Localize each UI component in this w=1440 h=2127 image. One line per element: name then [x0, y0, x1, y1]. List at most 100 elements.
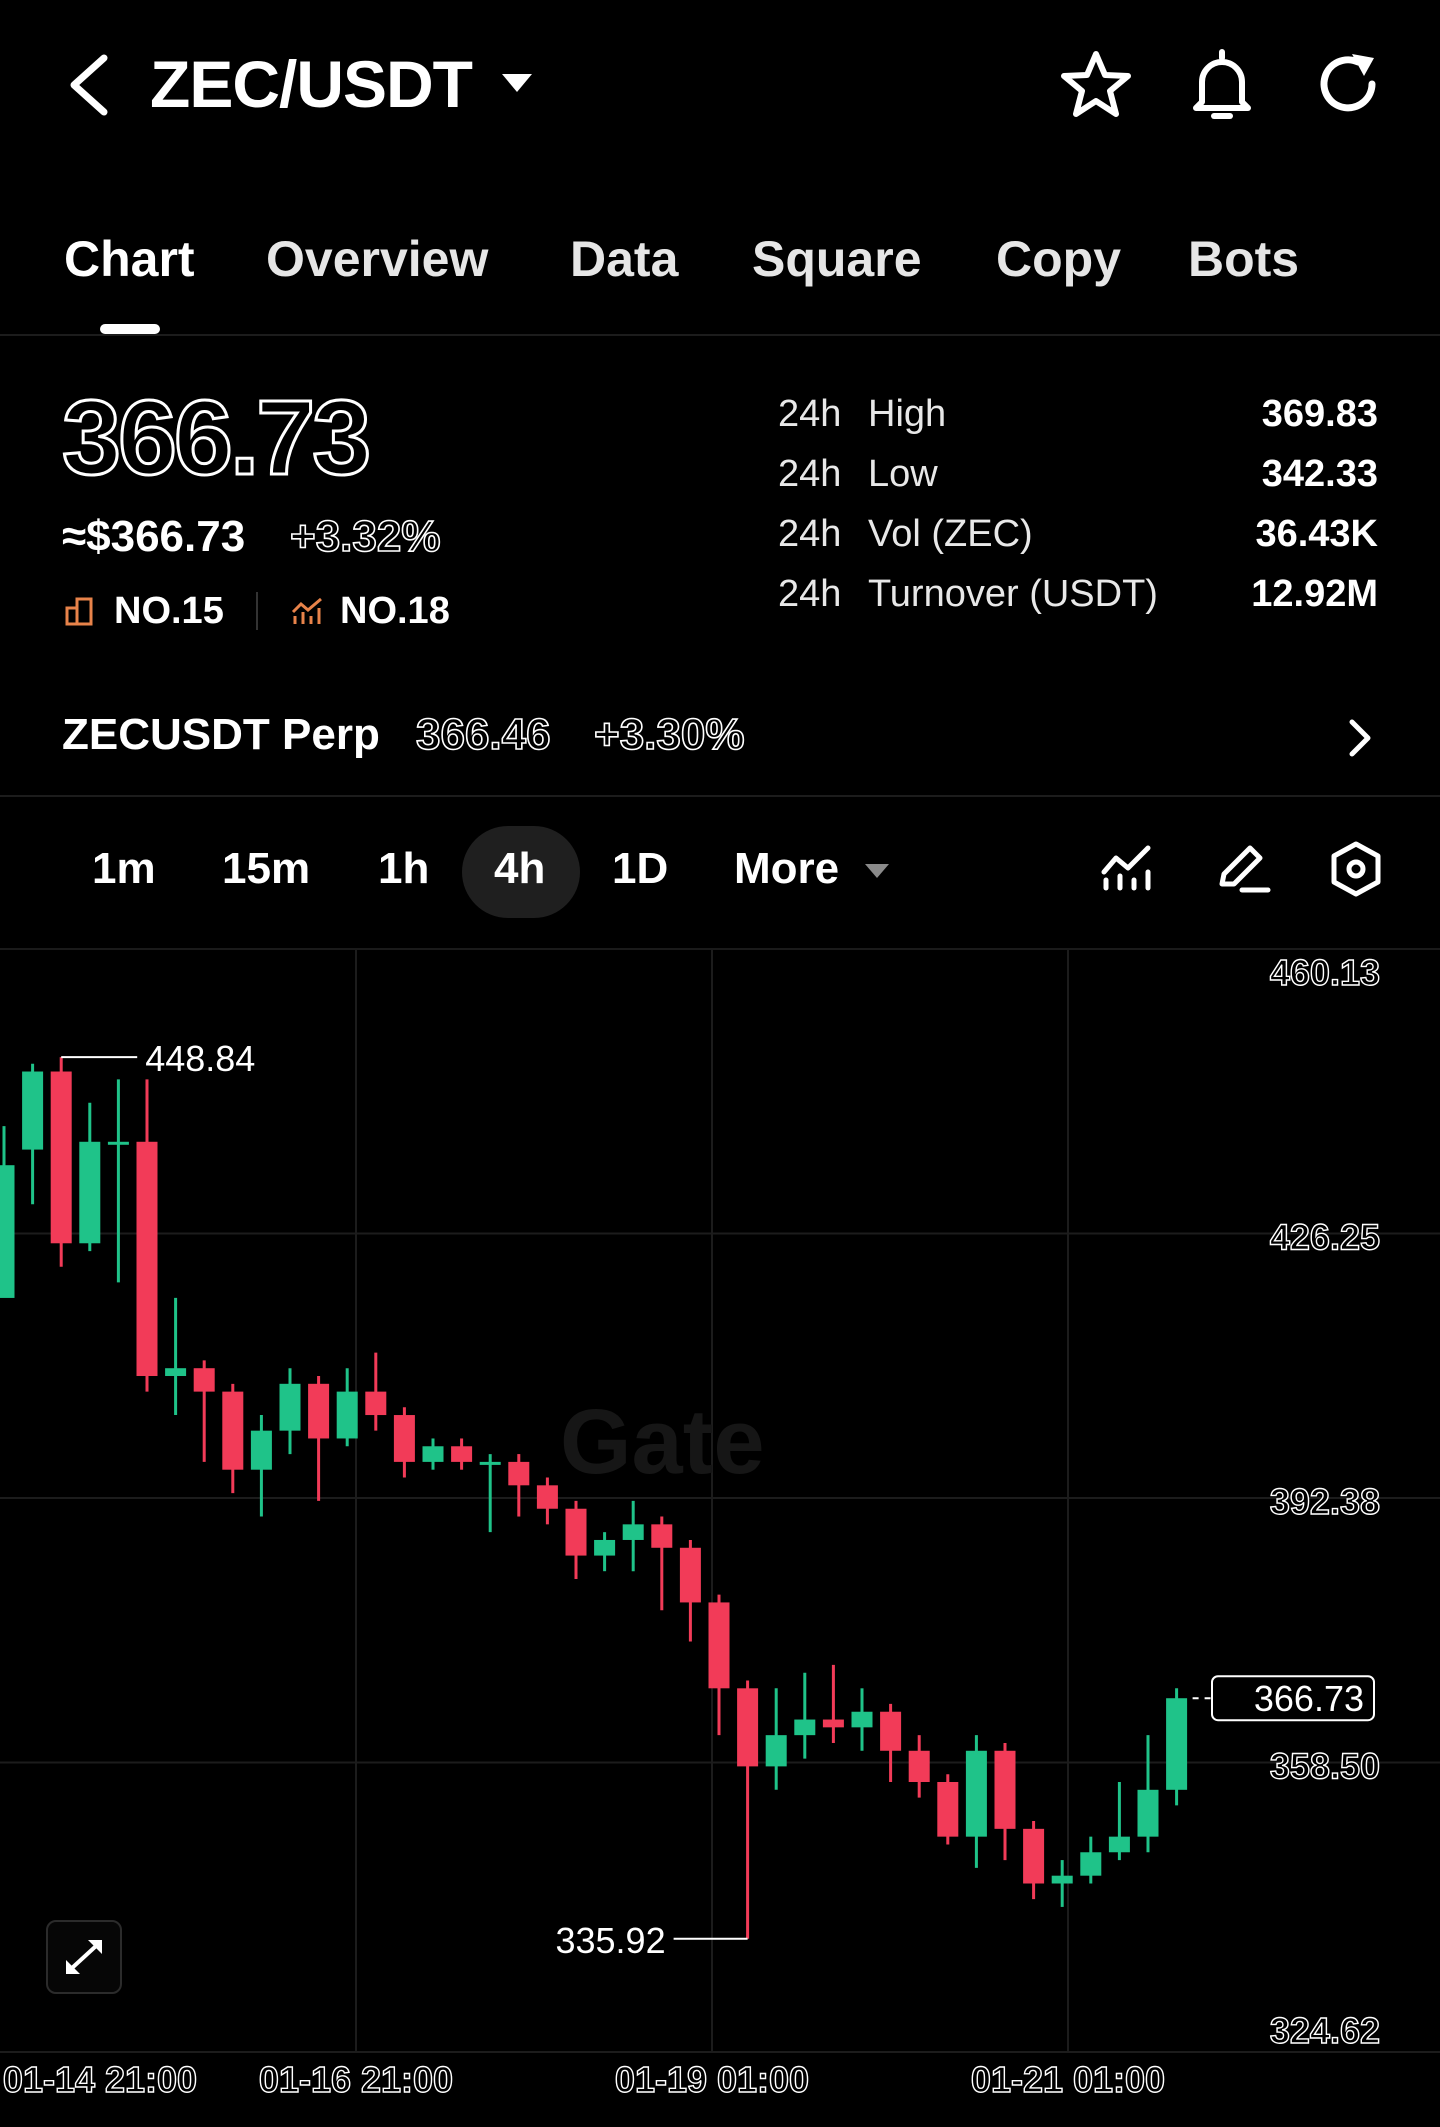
stat-label: High: [868, 393, 947, 435]
stat-high: 24h High 369.83: [778, 393, 1378, 445]
interval-1m[interactable]: 1m: [92, 844, 156, 894]
pencil-icon[interactable]: [1214, 842, 1272, 894]
price-change: +3.32%: [289, 511, 441, 562]
stat-prefix: 24h: [778, 573, 842, 615]
candle-body: [880, 1711, 902, 1751]
usd-price: ≈$366.73: [62, 512, 246, 561]
candlestick-chart[interactable]: 460.13 426.25 392.38 358.50 324.62 448.84 335.…: [0, 948, 1440, 2101]
star-icon[interactable]: [1060, 48, 1132, 120]
volume-rank[interactable]: NO.15: [114, 590, 224, 633]
candle-body: [222, 1391, 244, 1470]
y-axis-tick-label: 460.13: [1270, 952, 1380, 993]
candle-body: [22, 1071, 44, 1150]
caret-down-icon[interactable]: [864, 862, 890, 880]
stat-label: Low: [868, 453, 938, 495]
interval-1d[interactable]: 1D: [612, 844, 668, 894]
tab-data[interactable]: Data: [570, 230, 678, 288]
candle-body: [365, 1391, 387, 1416]
candle-body: [851, 1711, 873, 1728]
settings-hexagon-icon[interactable]: [1328, 840, 1384, 898]
chart-canvas[interactable]: 460.13 426.25 392.38 358.50 324.62 448.84 335.…: [0, 950, 1440, 2127]
candle-body: [393, 1415, 415, 1462]
candle-body: [451, 1446, 473, 1462]
refresh-icon[interactable]: [1312, 48, 1384, 120]
x-axis-tick-label: 01-19 01:00: [615, 2059, 809, 2100]
candle-body: [622, 1524, 644, 1540]
stat-turnover: 24h Turnover (USDT) 12.92M: [778, 573, 1378, 625]
candle-body: [994, 1750, 1016, 1829]
last-price-label: 366.73: [1254, 1678, 1364, 1719]
candle-body: [536, 1485, 558, 1509]
perp-price: 366.46: [415, 709, 551, 760]
candle-body: [336, 1391, 358, 1439]
candle-body: [0, 1165, 15, 1298]
stat-prefix: 24h: [778, 513, 842, 555]
y-axis-tick-label: 324.62: [1270, 2010, 1380, 2051]
candle-body: [1023, 1828, 1045, 1884]
candle-body: [737, 1688, 759, 1767]
stat-value: 12.92M: [1251, 573, 1378, 615]
candle-body: [1108, 1836, 1130, 1853]
tab-bar: Chart Overview Data Square Copy Bots: [0, 220, 1440, 336]
candle-body: [136, 1141, 158, 1377]
tab-copy[interactable]: Copy: [996, 230, 1121, 288]
volume-rank-icon: [65, 597, 93, 626]
y-axis-tick-label: 426.25: [1270, 1217, 1380, 1258]
candle-body: [308, 1383, 330, 1439]
candle-body: [107, 1141, 129, 1145]
candle-body: [765, 1735, 787, 1767]
fullscreen-button[interactable]: [46, 1920, 122, 1994]
candle-body: [908, 1750, 930, 1782]
interval-15m[interactable]: 15m: [222, 844, 310, 894]
candle-body: [1166, 1698, 1188, 1790]
stat-prefix: 24h: [778, 393, 842, 435]
last-price: 366.73: [60, 378, 372, 499]
tab-chart[interactable]: Chart: [64, 230, 195, 288]
gainers-rank[interactable]: NO.18: [340, 590, 450, 633]
candle-body: [1080, 1852, 1102, 1876]
candle-body: [1051, 1875, 1073, 1884]
high-marker-label: 448.84: [145, 1038, 255, 1079]
caret-down-icon[interactable]: [500, 70, 534, 96]
candle-body: [794, 1719, 816, 1736]
chevron-right-icon: [1349, 719, 1371, 757]
tab-square[interactable]: Square: [752, 230, 922, 288]
y-axis-tick-label: 358.50: [1270, 1745, 1380, 1786]
candle-body: [822, 1719, 844, 1728]
x-axis-tick-label: 01-16 21:00: [259, 2059, 453, 2100]
candle-body: [250, 1430, 272, 1470]
x-axis-tick-label: 01-14 21:00: [3, 2059, 197, 2100]
y-axis-tick-label: 392.38: [1270, 1481, 1380, 1522]
interval-1h[interactable]: 1h: [378, 844, 429, 894]
back-arrow-icon[interactable]: [60, 50, 120, 120]
candle-body: [279, 1383, 301, 1431]
tab-overview[interactable]: Overview: [266, 230, 488, 288]
candle-body: [708, 1602, 730, 1689]
stat-value: 369.83: [1261, 393, 1378, 435]
candle-body: [679, 1547, 701, 1603]
perp-link-row[interactable]: ZECUSDT Perp 366.46 +3.30%: [0, 680, 1440, 797]
indicator-icon[interactable]: [1100, 842, 1154, 892]
bell-icon[interactable]: [1186, 46, 1258, 122]
candle-body: [508, 1461, 530, 1486]
active-tab-indicator: [100, 324, 160, 334]
stat-volume: 24h Vol (ZEC) 36.43K: [778, 513, 1378, 565]
interval-4h[interactable]: 4h: [494, 844, 545, 894]
candle-body: [565, 1508, 587, 1556]
candle-body: [937, 1781, 959, 1837]
gainers-rank-icon: [291, 597, 322, 624]
candle-body: [422, 1446, 444, 1462]
stat-low: 24h Low 342.33: [778, 453, 1378, 505]
stat-value: 36.43K: [1255, 513, 1378, 555]
top-bar: ZEC/USDT: [0, 0, 1440, 170]
pair-title[interactable]: ZEC/USDT: [150, 46, 473, 122]
x-axis-tick-label: 01-21 01:00: [971, 2059, 1165, 2100]
stat-prefix: 24h: [778, 453, 842, 495]
candle-body: [79, 1141, 101, 1244]
interval-more[interactable]: More: [734, 844, 839, 894]
candle-body: [594, 1539, 616, 1556]
candle-body: [50, 1071, 72, 1244]
tab-bots[interactable]: Bots: [1188, 230, 1299, 288]
watermark-logo: Gate: [560, 1391, 765, 1493]
rank-divider: [256, 592, 258, 630]
